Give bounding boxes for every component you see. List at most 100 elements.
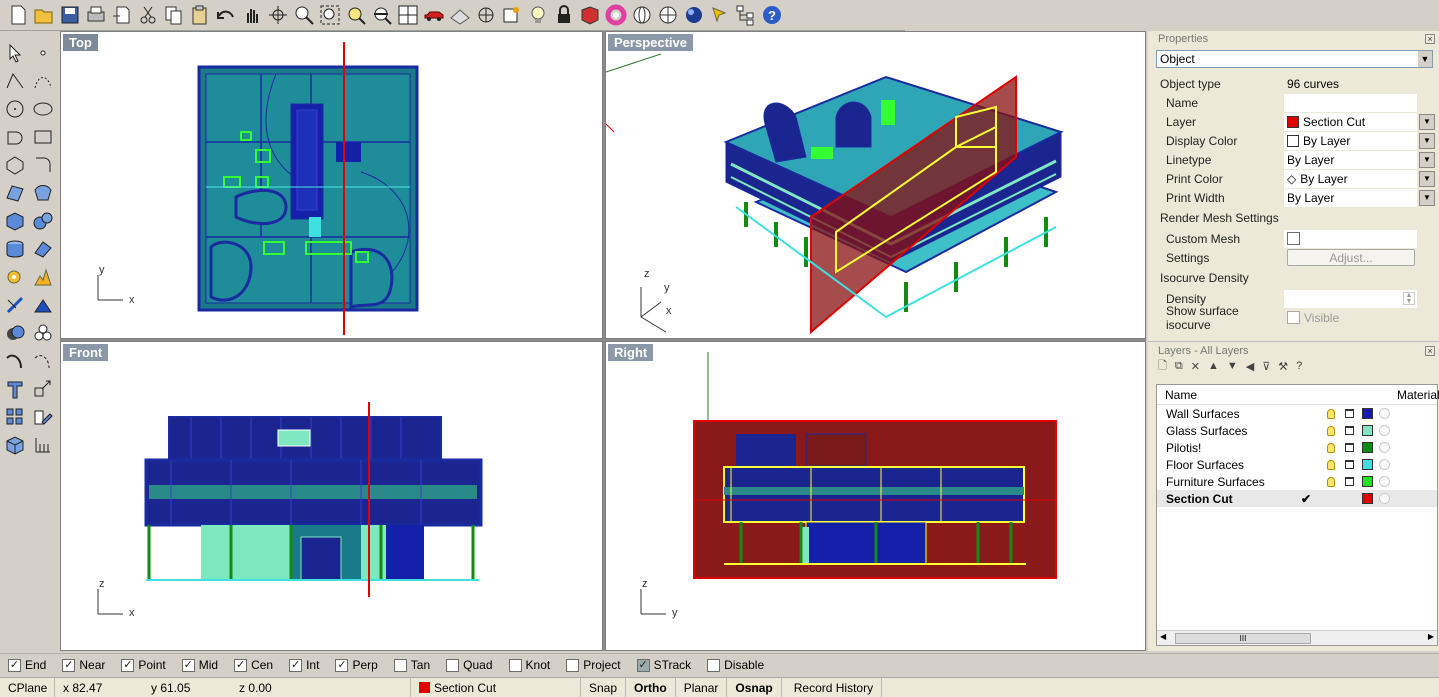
select-arrow-icon[interactable]: [2, 40, 28, 66]
new-layer-icon[interactable]: 🗋: [1158, 357, 1167, 376]
tools-icon[interactable]: ⚒: [1278, 360, 1288, 373]
new-sublayer-icon[interactable]: ⧉: [1175, 360, 1183, 373]
filter-icon[interactable]: ⊽: [1262, 360, 1270, 373]
scroll-right-icon[interactable]: ▶: [1428, 632, 1434, 641]
new-icon[interactable]: [6, 2, 30, 28]
density-field[interactable]: ▲ ▼: [1284, 289, 1417, 308]
layer-color-swatch[interactable]: [1362, 442, 1373, 453]
col-name-header[interactable]: Name: [1165, 388, 1197, 402]
custom-mesh-checkbox[interactable]: [1287, 232, 1300, 245]
layer-color-swatch[interactable]: [1362, 476, 1373, 487]
bulb-icon[interactable]: [1327, 408, 1335, 419]
osnap-checkbox[interactable]: ✓: [8, 658, 21, 672]
array-icon[interactable]: [2, 404, 28, 430]
chevron-down-icon[interactable]: ▼: [1419, 189, 1435, 206]
snap-icon[interactable]: [474, 2, 498, 28]
lock-icon[interactable]: [1345, 477, 1354, 486]
zoom-extents-icon[interactable]: [370, 2, 394, 28]
osnap-checkbox[interactable]: ✓: [181, 658, 195, 672]
text-icon[interactable]: [2, 376, 28, 402]
trim-icon[interactable]: [2, 292, 28, 318]
polygon-icon[interactable]: [2, 152, 28, 178]
help-icon[interactable]: ?: [760, 2, 784, 28]
viewport-title-front[interactable]: Front: [63, 344, 109, 361]
layer-row[interactable]: Pilotis!: [1157, 439, 1437, 456]
move-down-icon[interactable]: ▼: [1227, 360, 1238, 372]
cylinder-icon[interactable]: [2, 236, 28, 262]
layer-color-swatch[interactable]: [1362, 425, 1373, 436]
osnap-checkbox[interactable]: ✓: [289, 658, 303, 672]
render-icon[interactable]: [578, 2, 602, 28]
cplane-label[interactable]: CPlane: [0, 677, 55, 697]
lock-icon[interactable]: [552, 2, 576, 28]
group-icon[interactable]: [30, 320, 56, 346]
lock-icon[interactable]: [1345, 426, 1354, 435]
viewport-perspective[interactable]: Perspective z y x: [605, 31, 1146, 339]
split-icon[interactable]: [30, 292, 56, 318]
osnap-project[interactable]: Project: [566, 658, 621, 672]
viewport-front[interactable]: Front z x: [60, 341, 603, 651]
material-icon[interactable]: [1379, 493, 1390, 504]
shaded-sphere-icon[interactable]: [682, 2, 706, 28]
move-out-icon[interactable]: ◀: [1246, 360, 1254, 373]
osnap-checkbox[interactable]: ✓: [121, 658, 135, 672]
osnap-disable[interactable]: Disable: [707, 658, 764, 672]
material-icon[interactable]: [1379, 442, 1390, 453]
osnap-strack[interactable]: ✓ STrack: [636, 658, 691, 672]
car-icon[interactable]: [422, 2, 446, 28]
material-icon[interactable]: [1379, 476, 1390, 487]
chevron-down-icon[interactable]: ▼: [1418, 51, 1432, 67]
col-material-header[interactable]: Material: [1397, 388, 1439, 402]
chevron-down-icon[interactable]: ▼: [1419, 132, 1435, 149]
print-width-select[interactable]: By Layer ▼: [1284, 188, 1435, 207]
layer-row[interactable]: Furniture Surfaces: [1157, 473, 1437, 490]
zoom-icon[interactable]: [292, 2, 316, 28]
layer-row[interactable]: Floor Surfaces: [1157, 456, 1437, 473]
record-history-toggle[interactable]: Record History: [782, 677, 883, 697]
osnap-tan[interactable]: Tan: [393, 658, 430, 672]
current-layer-indicator[interactable]: Section Cut: [411, 677, 581, 697]
extend-icon[interactable]: [30, 348, 56, 374]
viewport-top[interactable]: Top y x: [60, 31, 603, 339]
dimension-icon[interactable]: [30, 432, 56, 458]
osnap-checkbox[interactable]: ✓: [234, 658, 248, 672]
lock-icon[interactable]: [1345, 443, 1354, 452]
zoom-selected-icon[interactable]: [344, 2, 368, 28]
osnap-end[interactable]: ✓ End: [8, 658, 46, 672]
scale-icon[interactable]: [30, 376, 56, 402]
solid-box-icon[interactable]: [2, 432, 28, 458]
viewport-title-perspective[interactable]: Perspective: [608, 34, 693, 51]
bulb-icon[interactable]: [526, 2, 550, 28]
open-icon[interactable]: [32, 2, 56, 28]
osnap-checkbox[interactable]: [566, 658, 580, 672]
bulb-icon[interactable]: [1327, 459, 1335, 470]
scroll-left-icon[interactable]: ◀: [1160, 632, 1166, 641]
print-color-select[interactable]: ◇ By Layer ▼: [1284, 169, 1435, 188]
copy-icon[interactable]: [162, 2, 186, 28]
explode-icon[interactable]: [30, 264, 56, 290]
rectangle-icon[interactable]: [30, 124, 56, 150]
cut-icon[interactable]: [136, 2, 160, 28]
sphere-icon[interactable]: [630, 2, 654, 28]
curve-icon[interactable]: [30, 68, 56, 94]
visible-checkbox[interactable]: [1287, 311, 1300, 324]
paste-icon[interactable]: [188, 2, 212, 28]
close-icon[interactable]: ×: [1425, 345, 1435, 356]
edit-icon[interactable]: [30, 404, 56, 430]
osnap-checkbox[interactable]: [446, 658, 460, 672]
lock-icon[interactable]: [1345, 460, 1354, 469]
osnap-int[interactable]: ✓ Int: [289, 658, 319, 672]
layer-select[interactable]: Section Cut ▼: [1284, 112, 1435, 131]
bulb-icon[interactable]: [1327, 425, 1335, 436]
gear-icon[interactable]: [2, 264, 28, 290]
chevron-down-icon[interactable]: ▼: [1419, 170, 1435, 187]
undo-icon[interactable]: [214, 2, 238, 28]
grid-icon[interactable]: [448, 2, 472, 28]
circle-icon[interactable]: [2, 96, 28, 122]
box-icon[interactable]: [2, 208, 28, 234]
bulb-icon[interactable]: [1327, 442, 1335, 453]
display-color-select[interactable]: By Layer ▼: [1284, 131, 1435, 150]
four-viewports-icon[interactable]: [396, 2, 420, 28]
viewport-title-top[interactable]: Top: [63, 34, 98, 51]
layer-row[interactable]: Wall Surfaces: [1157, 405, 1437, 422]
